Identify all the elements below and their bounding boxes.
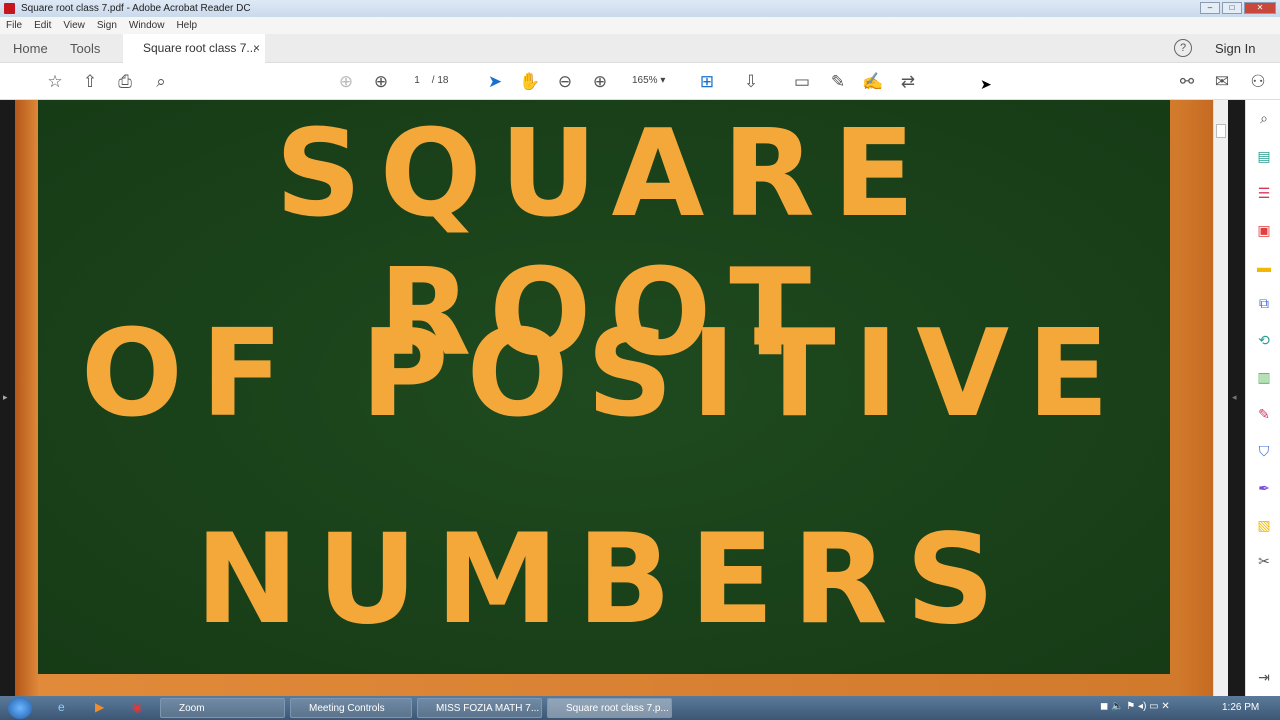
previous-page-icon[interactable]: ⊕ — [335, 71, 357, 93]
collapse-right-panel-icon[interactable]: ◂ — [1232, 392, 1237, 403]
minimize-button[interactable]: – — [1200, 2, 1220, 14]
create-pdf-icon[interactable]: ▣ — [1255, 221, 1273, 239]
share-link-icon[interactable]: ⚯ — [1176, 71, 1198, 93]
scroll-thumb[interactable] — [1216, 124, 1226, 138]
export-pdf-icon[interactable]: ▤ — [1255, 147, 1273, 165]
taskbar-meeting-controls[interactable]: Meeting Controls — [290, 698, 412, 718]
zoom-out-icon[interactable]: ⊖ — [554, 71, 576, 93]
zoom-in-icon[interactable]: ⊕ — [589, 71, 611, 93]
tab-tools[interactable]: Tools — [70, 34, 100, 63]
organize-pages-icon[interactable]: ☰ — [1255, 184, 1273, 202]
heading-line-2: OF POSITIVE — [80, 305, 1128, 444]
zoom-tool-icon[interactable]: ⌕ — [1255, 109, 1273, 127]
tab-document-label: Square root class 7... — [143, 41, 257, 55]
more-tools-icon[interactable]: ✂ — [1255, 552, 1273, 570]
fit-page-icon[interactable]: ⊞ — [696, 71, 718, 93]
tab-home[interactable]: Home — [13, 34, 48, 63]
fill-sign-icon[interactable]: ⇄ — [897, 71, 919, 93]
search-icon[interactable]: ⌕ — [150, 71, 172, 93]
fill-sign-tool-icon[interactable]: ✎ — [1255, 405, 1273, 423]
menu-view[interactable]: View — [63, 20, 85, 31]
maximize-button[interactable]: □ — [1222, 2, 1242, 14]
title-bar: Square root class 7.pdf - Adobe Acrobat … — [0, 0, 1280, 17]
menu-window[interactable]: Window — [129, 20, 165, 31]
next-page-icon[interactable]: ⊕ — [370, 71, 392, 93]
comment-tool-icon[interactable]: ▬ — [1255, 258, 1273, 276]
ie-icon[interactable]: e — [58, 700, 65, 714]
zoom-select[interactable]: 165% ▾ — [632, 75, 665, 86]
start-button-icon[interactable] — [8, 697, 32, 719]
page-number-input[interactable]: 1 — [405, 75, 429, 86]
taskbar-acrobat[interactable]: Square root class 7.p... — [547, 698, 672, 718]
sign-tool-icon[interactable]: ✒ — [1255, 479, 1273, 497]
menu-bar: File Edit View Sign Window Help — [0, 17, 1280, 34]
comment-icon[interactable]: ▭ — [791, 71, 813, 93]
edit-pdf-icon[interactable]: ▧ — [1255, 516, 1273, 534]
zoom-value: 165% — [632, 75, 658, 86]
chalkboard-image: SQUARE ROOT OF POSITIVE NUMBERS — [38, 100, 1170, 674]
taskbar: e ▶ ◉ Zoom Meeting Controls MISS FOZIA M… — [0, 696, 1280, 720]
vertical-scrollbar[interactable] — [1213, 100, 1228, 696]
protect-shield-icon[interactable]: ⛉ — [1255, 442, 1273, 460]
print-icon[interactable]: ⎙ — [114, 71, 136, 93]
tab-bar: Home Tools Square root class 7... × ? Sig… — [0, 34, 1280, 63]
window-title: Square root class 7.pdf - Adobe Acrobat … — [21, 3, 251, 14]
compress-icon[interactable]: ▥ — [1255, 368, 1273, 386]
send-review-icon[interactable]: ⟲ — [1255, 331, 1273, 349]
page-total: / 18 — [431, 75, 449, 86]
taskbar-zoom[interactable]: Zoom — [160, 698, 285, 718]
upload-cloud-icon[interactable]: ⇧ — [79, 71, 101, 93]
sign-in-button[interactable]: Sign In — [1215, 34, 1255, 63]
collapse-left-panel-icon[interactable]: ▸ — [3, 392, 8, 403]
toolbar: ☆ ⇧ ⎙ ⌕ ⊕ ⊕ 1 / 18 ➤ ✋ ⊖ ⊕ 165% ▾ ⊞ ⇩ ▭ … — [0, 63, 1280, 100]
combine-files-icon[interactable]: ⧉ — [1255, 294, 1273, 312]
clock[interactable]: 1:26 PM — [1222, 702, 1259, 713]
system-tray-icons[interactable]: ◼ 🔈 ⚑ ◂) ▭ ✕ — [1100, 701, 1170, 712]
tools-panel: ⌕ ▤ ☰ ▣ ▬ ⧉ ⟲ ▥ ✎ ⛉ ✒ ▧ ✂ ⇥ — [1245, 100, 1280, 696]
menu-edit[interactable]: Edit — [34, 20, 51, 31]
draw-icon[interactable]: ✍ — [862, 71, 884, 93]
chrome-icon[interactable]: ◉ — [132, 700, 142, 714]
tab-document[interactable]: Square root class 7... × — [123, 34, 265, 63]
help-icon[interactable]: ? — [1174, 39, 1192, 57]
menu-sign[interactable]: Sign — [97, 20, 117, 31]
highlight-pen-icon[interactable]: ✎ — [827, 71, 849, 93]
scroll-mode-icon[interactable]: ⇩ — [740, 71, 762, 93]
acrobat-logo-icon — [4, 3, 15, 14]
bookmark-star-icon[interactable]: ☆ — [44, 71, 66, 93]
select-cursor-icon[interactable]: ➤ — [484, 71, 506, 93]
heading-line-3: NUMBERS — [195, 508, 1013, 652]
hand-tool-icon[interactable]: ✋ — [519, 71, 541, 93]
collapse-panel-icon[interactable]: ⇥ — [1255, 668, 1273, 686]
mouse-cursor-icon: ➤ — [980, 76, 992, 92]
menu-file[interactable]: File — [6, 20, 22, 31]
email-icon[interactable]: ✉ — [1211, 71, 1233, 93]
close-window-button[interactable]: ✕ — [1244, 2, 1276, 14]
taskbar-math-doc[interactable]: MISS FOZIA MATH 7... — [417, 698, 542, 718]
menu-help[interactable]: Help — [176, 20, 197, 31]
add-user-icon[interactable]: ⚇ — [1247, 71, 1269, 93]
page-indicator: 1 / 18 — [405, 75, 448, 86]
media-player-icon[interactable]: ▶ — [95, 700, 104, 714]
close-tab-icon[interactable]: × — [253, 34, 260, 63]
